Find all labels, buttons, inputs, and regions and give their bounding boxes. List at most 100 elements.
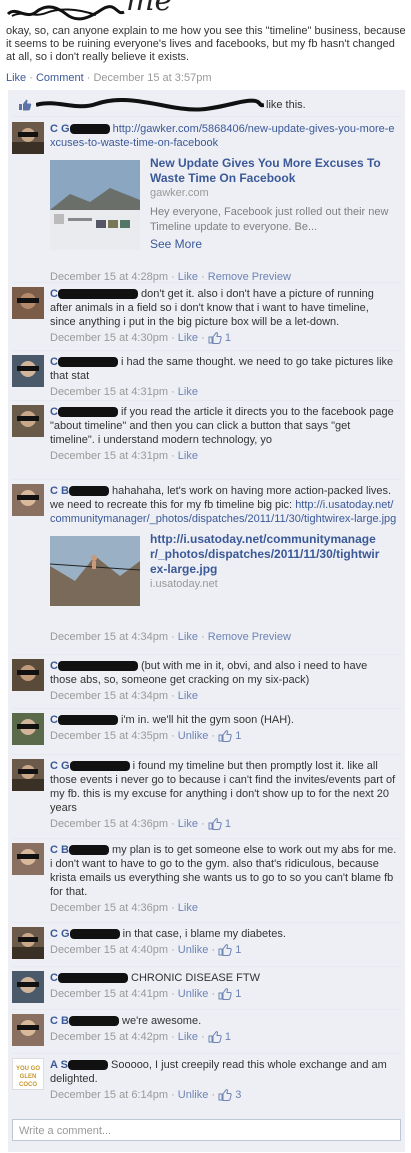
comment-author[interactable]: C [50, 288, 138, 300]
comment-author[interactable]: C B [50, 1015, 119, 1027]
comment-timestamp[interactable]: December 15 at 4:41pm [50, 988, 168, 1000]
comment-author[interactable]: C G [50, 928, 120, 940]
comment-item: C CHRONIC DISEASE FTW December 15 at 4:4… [12, 967, 401, 1010]
post-meta: Like · Comment · December 15 at 3:57pm [6, 72, 212, 84]
comment-author[interactable]: C B [50, 844, 109, 856]
post-timestamp[interactable]: December 15 at 3:57pm [93, 72, 211, 84]
avatar[interactable] [12, 1014, 44, 1046]
comment-author[interactable]: C G [50, 760, 130, 772]
preview-thumbnail[interactable] [50, 536, 140, 626]
avatar[interactable] [12, 122, 44, 154]
preview-domain: i.usatoday.net [150, 578, 218, 590]
author-handwritten: me [126, 0, 173, 18]
comment-text: i'm in. we'll hit the gym soon (HAH). [121, 714, 294, 726]
comment-author[interactable]: C [50, 972, 128, 984]
comment-body: C B hahahaha, let's work on having more … [50, 484, 397, 644]
comment-item: C G http://gawker.com/5868406/new-update… [12, 118, 401, 283]
unlike-link[interactable]: Unlike [178, 1089, 209, 1101]
like-link[interactable]: Like [178, 1031, 198, 1043]
like-count[interactable]: 1 [218, 944, 241, 957]
avatar[interactable] [12, 843, 44, 875]
comment-body: C G in that case, i blame my diabetes. D… [50, 927, 397, 957]
comment-author[interactable]: C [50, 714, 118, 726]
comment-author[interactable]: C [50, 356, 118, 368]
comment-meta: December 15 at 4:41pm · Unlike · 1 [50, 988, 242, 1001]
comment-timestamp[interactable]: December 15 at 4:28pm [50, 271, 168, 283]
post-like-link[interactable]: Like [6, 72, 26, 84]
comment-meta: December 15 at 4:42pm · Like · 1 [50, 1031, 231, 1044]
see-more-link[interactable]: See More [150, 237, 390, 252]
like-link[interactable]: Like [178, 631, 198, 643]
avatar[interactable]: YOU GO GLEN COCO [12, 1058, 44, 1090]
unlike-link[interactable]: Unlike [178, 730, 209, 742]
avatar[interactable] [12, 287, 44, 319]
post-comment-link[interactable]: Comment [36, 72, 84, 84]
preview-title[interactable]: http://i.usatoday.net/communitymanager/_… [150, 532, 379, 576]
comment-timestamp[interactable]: December 15 at 4:34pm [50, 631, 168, 643]
like-link[interactable]: Like [178, 902, 198, 914]
comment-timestamp[interactable]: December 15 at 4:42pm [50, 1031, 168, 1043]
thumbs-up-icon [208, 1031, 222, 1044]
thumbs-up-icon [19, 99, 32, 111]
avatar[interactable] [12, 659, 44, 691]
comment-timestamp[interactable]: December 15 at 4:36pm [50, 902, 168, 914]
comment-item: C B hahahaha, let's work on having more … [12, 480, 401, 655]
avatar[interactable] [12, 484, 44, 516]
thumbs-up-icon [208, 818, 222, 831]
comment-meta: December 15 at 4:31pm · Like [50, 386, 198, 398]
like-count[interactable]: 3 [218, 1089, 241, 1102]
comment-author[interactable]: C [50, 660, 138, 672]
like-link[interactable]: Like [178, 450, 198, 462]
like-count[interactable]: 1 [208, 1031, 231, 1044]
write-comment-input[interactable]: Write a comment... [12, 1119, 401, 1141]
thumbs-up-icon [208, 332, 222, 345]
author-redaction [6, 5, 125, 21]
comment-timestamp[interactable]: December 15 at 4:35pm [50, 730, 168, 742]
avatar[interactable] [12, 971, 44, 1003]
post-text: okay, so, can anyone explain to me how y… [6, 25, 406, 63]
thumbs-up-icon [218, 944, 232, 957]
link-preview[interactable]: http://i.usatoday.net/communitymanager/_… [50, 532, 397, 628]
comment-timestamp[interactable]: December 15 at 4:31pm [50, 450, 168, 462]
like-count[interactable]: 1 [208, 818, 231, 831]
comment-timestamp[interactable]: December 15 at 4:34pm [50, 690, 168, 702]
remove-preview-link[interactable]: Remove Preview [208, 631, 291, 643]
comment-author[interactable]: C [50, 406, 118, 418]
comment-timestamp[interactable]: December 15 at 4:30pm [50, 332, 168, 344]
preview-thumbnail[interactable] [50, 160, 140, 250]
like-link[interactable]: Like [178, 332, 198, 344]
comment-timestamp[interactable]: December 15 at 6:14pm [50, 1089, 168, 1101]
thumbs-up-icon [218, 730, 232, 743]
comment-body: C G http://gawker.com/5868406/new-update… [50, 122, 397, 284]
comment-author[interactable]: C B [50, 485, 109, 497]
comment-meta: December 15 at 4:34pm · Like [50, 690, 198, 702]
like-link[interactable]: Like [178, 271, 198, 283]
comment-thread: like this. C G http://gawker.com/5868406… [8, 90, 405, 1152]
like-count[interactable]: 1 [208, 332, 231, 345]
avatar[interactable] [12, 355, 44, 387]
comment-meta: December 15 at 4:36pm · Like [50, 902, 198, 914]
comment-item: YOU GO GLEN COCO A S Sooooo, I just cree… [12, 1054, 401, 1114]
comment-body: C if you read the article it directs you… [50, 405, 397, 463]
link-preview[interactable]: New Update Gives You More Excuses To Was… [50, 156, 397, 268]
preview-title[interactable]: New Update Gives You More Excuses To Was… [150, 156, 381, 185]
comment-author[interactable]: C G [50, 123, 110, 135]
likes-row: like this. [12, 93, 401, 117]
unlike-link[interactable]: Unlike [178, 944, 209, 956]
comment-body: C don't get it. also i don't have a pict… [50, 287, 397, 345]
comment-timestamp[interactable]: December 15 at 4:36pm [50, 818, 168, 830]
like-count[interactable]: 1 [218, 730, 241, 743]
like-count[interactable]: 1 [218, 988, 241, 1001]
remove-preview-link[interactable]: Remove Preview [208, 271, 291, 283]
avatar[interactable] [12, 405, 44, 437]
comment-timestamp[interactable]: December 15 at 4:31pm [50, 386, 168, 398]
avatar[interactable] [12, 759, 44, 791]
comment-timestamp[interactable]: December 15 at 4:40pm [50, 944, 168, 956]
avatar[interactable] [12, 713, 44, 745]
comment-author[interactable]: A S [50, 1059, 108, 1071]
avatar[interactable] [12, 927, 44, 959]
like-link[interactable]: Like [178, 818, 198, 830]
unlike-link[interactable]: Unlike [178, 988, 209, 1000]
like-link[interactable]: Like [178, 690, 198, 702]
like-link[interactable]: Like [178, 386, 198, 398]
